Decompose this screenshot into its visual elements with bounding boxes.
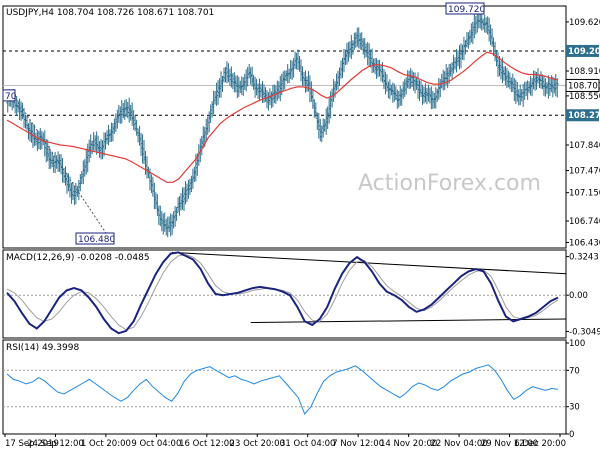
price-y-tick-label: 106.740 (569, 217, 600, 227)
price-y-tick-label: 108.550 (569, 92, 600, 102)
rsi-y-tick-label: 0 (569, 430, 574, 440)
x-tick-label: 1 Oct 20:00 (81, 439, 131, 449)
macd-panel: MACD(12,26,9) -0.0208 -0.0485 0.3243 0.00… (2, 249, 600, 339)
current-price-label: 108.701 (568, 81, 600, 91)
price-annotation-label: 109.720 (448, 5, 485, 15)
rsi-y-tick-label: 70 (569, 366, 580, 376)
macd-y-tick-label: -0.3049 (569, 327, 600, 337)
x-tick-label: 23 Oct 20:00 (230, 439, 285, 449)
x-tick-label: 22 Nov 04:00 (430, 439, 487, 449)
price-panel: USDJPY,H4 108.704 108.726 108.671 108.70… (2, 2, 600, 249)
rsi-header: RSI(14) 49.3998 (6, 343, 79, 353)
price-y-tick-label: 106.430 (569, 238, 600, 248)
price-y-tick-label: 108.910 (569, 67, 600, 77)
x-tick-label: 9 Oct 04:00 (131, 439, 181, 449)
x-tick-label: 14 Nov 20:00 (380, 439, 437, 449)
x-axis: 17 Sep 201924 Sep 12:001 Oct 20:00 9 Oct … (4, 434, 566, 449)
price-y-tick-label: 107.840 (569, 141, 600, 151)
price-header: USDJPY,H4 108.704 108.726 108.671 108.70… (6, 8, 214, 18)
x-tick-label: 24 Sep 12:00 (27, 439, 84, 449)
level-tag-label: 108.270 (568, 111, 600, 121)
chart-svg: USDJPY,H4 108.704 108.726 108.671 108.70… (2, 2, 600, 449)
rsi-panel-frame (2, 339, 567, 435)
rsi-y-tick-label: 100 (569, 339, 585, 349)
rsi-y-axis: 100 70 30 0 (566, 339, 585, 440)
x-tick-label: 6 Dec 20:00 (514, 439, 566, 449)
price-y-axis: 109.620 108.910 108.550 107.840 107.470 107.1… (565, 18, 600, 248)
macd-y-axis: 0.3243 0.00 -0.3049 (566, 253, 600, 337)
watermark: ActionForex.com (358, 171, 541, 196)
chart-root: USDJPY,H4 108.704 108.726 108.671 108.70… (0, 0, 600, 450)
macd-y-tick-label: 0.3243 (569, 253, 599, 263)
level-tag-label: 109.200 (568, 47, 600, 57)
price-annotation-label: 106.480 (78, 235, 115, 245)
price-panel-frame (2, 5, 567, 249)
x-tick-label: 31 Oct 04:00 (280, 439, 335, 449)
rsi-panel: RSI(14) 49.3998 100 70 30 0 (2, 339, 585, 440)
price-annotation-label: 70 (5, 92, 17, 102)
macd-panel-frame (2, 249, 567, 339)
x-tick-label: 16 Oct 12:00 (179, 439, 234, 449)
price-y-tick-label: 107.150 (569, 189, 600, 199)
price-y-tick-label: 109.620 (569, 18, 600, 28)
macd-header: MACD(12,26,9) -0.0208 -0.0485 (6, 253, 150, 263)
price-y-tick-label: 107.470 (569, 167, 600, 177)
rsi-y-tick-label: 30 (569, 403, 580, 413)
macd-y-tick-label: 0.00 (569, 291, 588, 301)
x-tick-label: 7 Nov 12:00 (332, 439, 384, 449)
